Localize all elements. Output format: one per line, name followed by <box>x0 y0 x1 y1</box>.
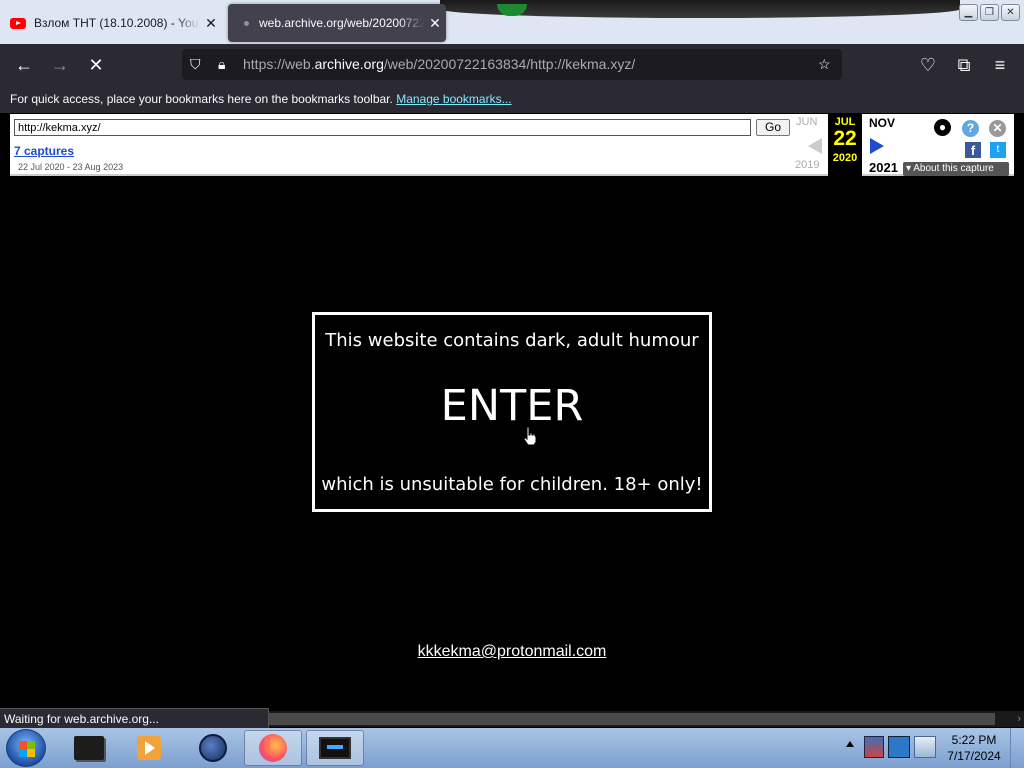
clock-time: 5:22 PM <box>951 733 997 747</box>
folder-icon <box>74 736 104 760</box>
current-year: 2020 <box>832 152 858 164</box>
loading-dot-icon <box>244 20 249 26</box>
taskbar-explorer[interactable] <box>60 730 118 766</box>
wayback-url-input[interactable]: http://kekma.xyz/ <box>14 119 751 136</box>
scroll-right-arrow-icon[interactable]: › <box>1017 711 1021 727</box>
desktop-screen: Взлом ТНТ (18.10.2008) - YouTube ✕ web.a… <box>0 0 1024 768</box>
prev-year-label[interactable]: 2019 <box>795 159 819 171</box>
facebook-icon[interactable]: f <box>965 142 981 158</box>
tab-close-button[interactable]: ✕ <box>200 15 222 32</box>
media-player-icon <box>137 736 161 760</box>
warning-top-text: This website contains dark, adult humour <box>325 330 699 351</box>
bookmarks-toolbar: For quick access, place your bookmarks h… <box>0 85 1024 113</box>
windows-logo-icon <box>19 741 35 757</box>
taskbar-window-app[interactable] <box>306 730 364 766</box>
globe-icon <box>199 734 227 762</box>
next-capture-arrow-icon[interactable] <box>870 138 884 154</box>
tab-strip: Взлом ТНТ (18.10.2008) - YouTube ✕ web.a… <box>0 0 1024 44</box>
extensions-icon[interactable]: ⧉ <box>949 50 979 80</box>
enter-link[interactable]: ENTER <box>315 381 709 431</box>
wayback-go-button[interactable]: Go <box>756 119 790 136</box>
menu-icon[interactable]: ≡ <box>985 50 1015 80</box>
captures-link[interactable]: 7 captures <box>14 144 74 158</box>
pocket-icon[interactable]: ♡ <box>913 50 943 80</box>
system-clock[interactable]: 5:22 PM 7/17/2024 <box>944 732 1004 764</box>
tab-close-button[interactable]: ✕ <box>424 15 446 32</box>
clock-date: 7/17/2024 <box>947 749 1001 763</box>
close-toolbar-icon[interactable]: ✕ <box>989 120 1006 137</box>
shield-icon[interactable]: ⛉ <box>190 49 201 80</box>
bookmark-star-icon[interactable]: ☆ <box>818 49 831 80</box>
minimize-button[interactable]: ▁ <box>959 4 978 21</box>
youtube-icon <box>10 17 26 29</box>
tray-expand-icon[interactable] <box>846 741 854 747</box>
forward-button[interactable]: → <box>45 50 75 80</box>
twitter-icon[interactable]: t <box>990 142 1006 158</box>
tray-app-icon[interactable] <box>864 736 884 758</box>
system-tray <box>842 728 942 768</box>
window-app-icon <box>319 737 351 759</box>
restore-button[interactable]: ❐ <box>980 4 999 21</box>
capture-range: 22 Jul 2020 - 23 Aug 2023 <box>18 162 124 172</box>
next-year-label[interactable]: 2021 <box>869 160 898 175</box>
network-icon[interactable] <box>888 736 910 758</box>
back-button[interactable]: ← <box>9 50 39 80</box>
prev-month-label[interactable]: JUN <box>796 116 817 128</box>
tab-youtube[interactable]: Взлом ТНТ (18.10.2008) - YouTube ✕ <box>0 4 222 42</box>
url-text[interactable]: https://web.archive.org/web/202007221638… <box>243 49 635 80</box>
about-capture-label: About this capture <box>913 163 994 174</box>
age-gate-box: This website contains dark, adult humour… <box>312 312 712 512</box>
bookmarks-hint: For quick access, place your bookmarks h… <box>10 92 393 106</box>
contact-email-link[interactable]: kkkekma@protonmail.com <box>0 643 1024 661</box>
taskbar-media-player[interactable] <box>120 730 178 766</box>
status-text: Waiting for web.archive.org... <box>0 708 269 728</box>
firefox-icon <box>259 734 287 762</box>
tab-archive[interactable]: web.archive.org/web/20200722163834/http:… <box>228 4 446 42</box>
wayback-toolbar: http://kekma.xyz/ Go 7 captures 22 Jul 2… <box>10 114 1014 176</box>
hand-cursor-icon <box>523 426 537 446</box>
about-capture-button[interactable]: ▾ About this capture <box>903 162 1009 176</box>
start-button[interactable] <box>6 729 46 767</box>
current-capture-date: JUL 22 2020 <box>828 114 862 176</box>
stop-loading-button[interactable]: ✕ <box>81 50 111 80</box>
close-window-button[interactable]: ✕ <box>1001 4 1020 21</box>
current-day: 22 <box>833 127 857 150</box>
window-controls: ▁ ❐ ✕ <box>959 4 1020 21</box>
lock-icon[interactable]: 🔒︎ <box>218 49 225 80</box>
tab-title: Взлом ТНТ (18.10.2008) - YouTube <box>34 16 200 30</box>
navigation-toolbar: ← → ✕ ⛉ 🔒︎ https://web.archive.org/web/2… <box>0 44 1024 85</box>
help-icon[interactable]: ? <box>962 120 979 137</box>
next-month-label[interactable]: NOV <box>869 116 895 130</box>
manage-bookmarks-link[interactable]: Manage bookmarks... <box>396 92 511 106</box>
warning-bottom-text: which is unsuitable for children. 18+ on… <box>321 474 703 495</box>
taskbar-firefox[interactable] <box>244 730 302 766</box>
prev-capture-arrow-icon[interactable] <box>808 138 822 154</box>
url-bar[interactable]: ⛉ 🔒︎ https://web.archive.org/web/2020072… <box>182 49 842 80</box>
show-desktop-button[interactable] <box>1010 728 1024 768</box>
volume-icon[interactable] <box>914 736 936 758</box>
tab-title: web.archive.org/web/20200722163834/http:… <box>259 16 424 30</box>
scrollbar-thumb[interactable] <box>269 713 995 725</box>
taskbar-browser-alt[interactable] <box>184 730 242 766</box>
taskbar: 5:22 PM 7/17/2024 <box>0 728 1024 768</box>
user-icon[interactable]: ● <box>934 119 951 136</box>
horizontal-scrollbar[interactable]: › <box>269 711 1024 727</box>
